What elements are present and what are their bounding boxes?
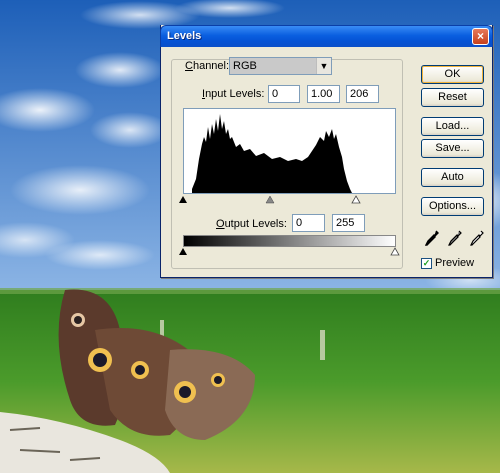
levels-dialog: Levels × Channel: RGB ▼ Input Levels: 0 … — [160, 25, 493, 278]
input-black-field[interactable]: 0 — [268, 85, 300, 103]
ok-button[interactable]: OK — [421, 65, 484, 84]
channel-label: Channel: — [185, 60, 230, 72]
gamma-handle — [265, 195, 275, 204]
white-eyedropper-icon[interactable] — [470, 230, 484, 246]
output-white-field[interactable]: 255 — [332, 214, 365, 232]
dialog-title: Levels — [167, 30, 202, 42]
preview-label: Preview — [435, 257, 475, 269]
input-levels-slider[interactable] — [179, 195, 401, 205]
input-gamma-field[interactable]: 1.00 — [307, 85, 340, 103]
output-black-handle — [179, 248, 187, 255]
black-point-handle — [179, 196, 187, 203]
preview-checkbox[interactable]: ✓ — [421, 258, 432, 269]
auto-button[interactable]: Auto — [421, 168, 484, 187]
channel-select[interactable]: RGB ▼ — [229, 57, 332, 75]
gray-eyedropper-icon[interactable] — [448, 230, 462, 246]
histogram-graph — [192, 114, 352, 193]
channel-value: RGB — [233, 60, 257, 72]
dialog-titlebar[interactable]: Levels × — [160, 25, 493, 47]
input-white-field[interactable]: 206 — [346, 85, 379, 103]
output-levels-slider[interactable] — [179, 247, 401, 257]
white-point-handle — [351, 195, 361, 204]
output-white-handle — [390, 247, 400, 256]
output-levels-label: Output Levels: — [216, 218, 287, 230]
input-levels-label: Input Levels: — [202, 88, 265, 100]
histogram — [183, 108, 396, 194]
output-gradient-bar — [183, 235, 396, 247]
close-icon[interactable]: × — [472, 28, 489, 45]
output-black-field[interactable]: 0 — [292, 214, 325, 232]
save-button[interactable]: Save... — [421, 139, 484, 158]
reset-button[interactable]: Reset — [421, 88, 484, 107]
chevron-down-icon[interactable]: ▼ — [316, 58, 331, 74]
black-eyedropper-icon[interactable] — [425, 230, 439, 246]
options-button[interactable]: Options... — [421, 197, 484, 216]
load-button[interactable]: Load... — [421, 117, 484, 136]
